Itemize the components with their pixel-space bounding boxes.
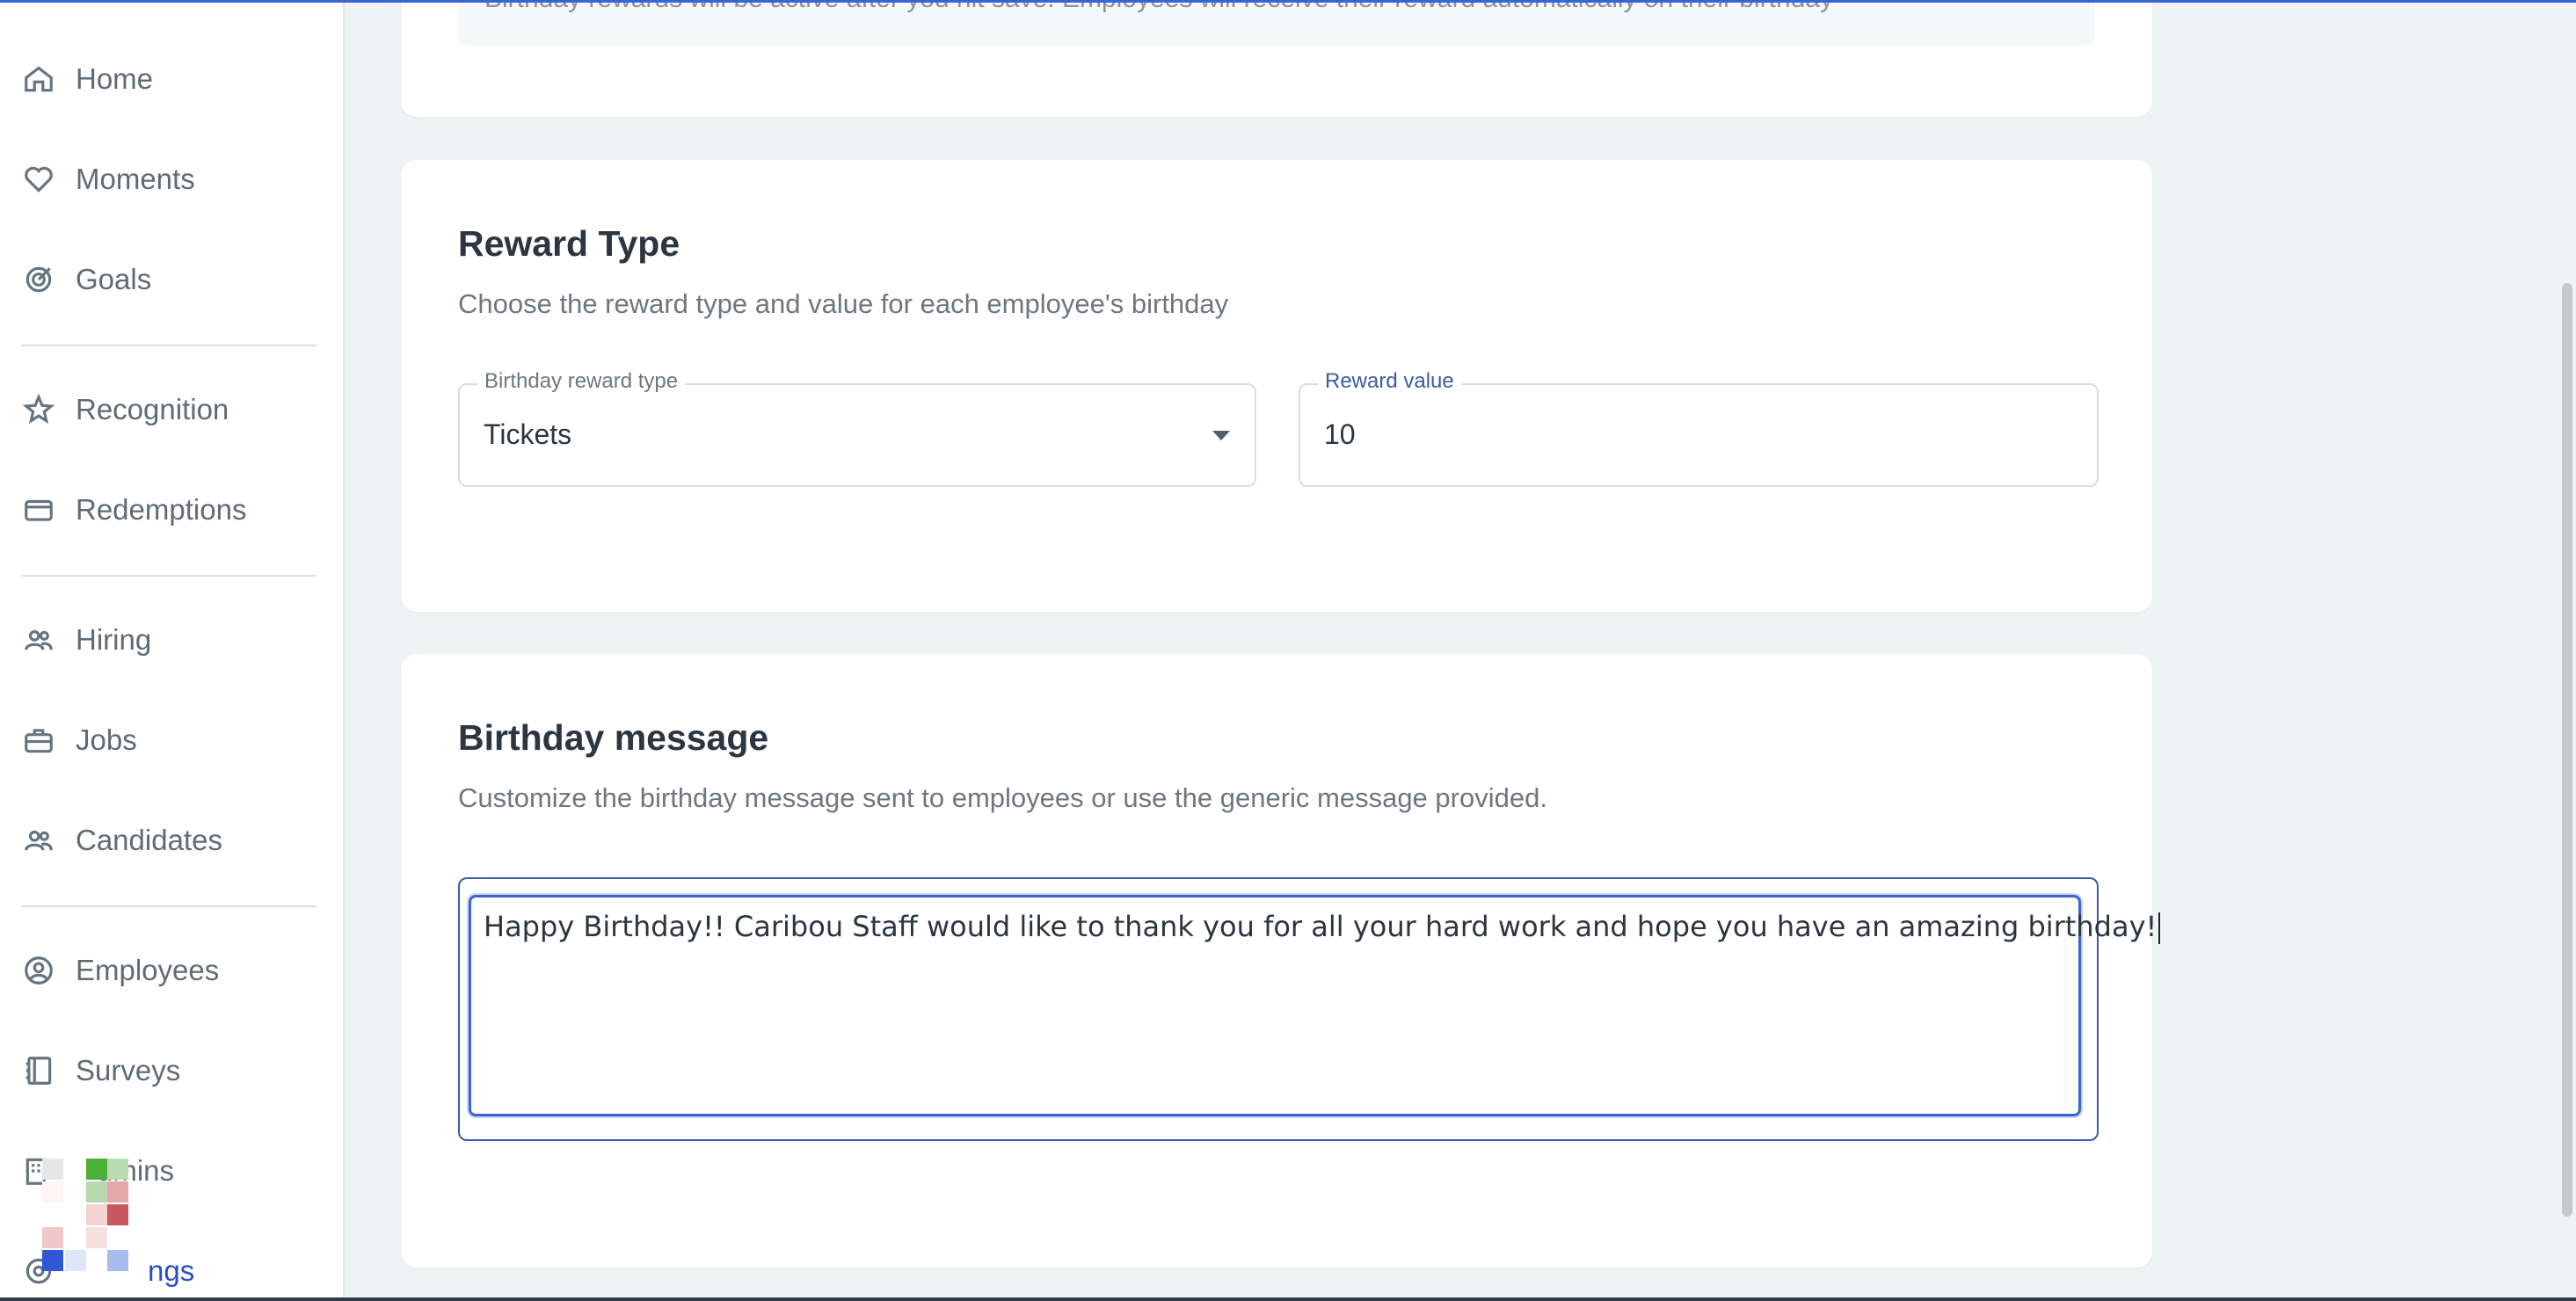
sidebar-item-label: Redemptions: [76, 493, 247, 526]
info-banner: Birthday rewards will be active after yo…: [458, 0, 2095, 46]
briefcase-icon: [21, 723, 56, 758]
reward-type-card: Reward Type Choose the reward type and v…: [401, 160, 2152, 612]
sidebar-item-label: Jobs: [76, 723, 137, 756]
sidebar-item-jobs[interactable]: Jobs: [21, 705, 320, 775]
caret-down-icon: [1212, 431, 1230, 440]
notebook-icon: [21, 1053, 56, 1088]
birthday-message-card: Birthday message Customize the birthday …: [401, 654, 2161, 1268]
scrollbar-thumb[interactable]: [2562, 283, 2572, 1217]
activation-card: Birthday rewards will be active after yo…: [401, 0, 2152, 117]
user-circle-icon: [21, 953, 56, 988]
sidebar-item-label: ngs: [148, 1254, 195, 1287]
sidebar-item-home[interactable]: Home: [21, 44, 320, 114]
birthday-reward-type-label: Birthday reward type: [477, 369, 686, 394]
sidebar-item-moments[interactable]: Moments: [21, 144, 320, 214]
sidebar-item-hiring[interactable]: Hiring: [21, 605, 320, 675]
sidebar-item-label: Goals: [76, 263, 152, 295]
target-icon: [21, 262, 56, 297]
sidebar-item-label: Moments: [76, 163, 195, 195]
sidebar-item-goals[interactable]: Goals: [21, 244, 320, 315]
top-accent-line: [0, 0, 2576, 3]
sidebar-item-label: Hiring: [76, 623, 152, 656]
birthday-message-textarea[interactable]: Happy Birthday!! Caribou Staff would lik…: [469, 895, 2161, 1116]
reward-value-value: 10: [1324, 418, 1356, 450]
star-badge-icon: [21, 392, 56, 427]
credit-card-icon: [21, 492, 56, 527]
birthday-reward-type-select[interactable]: Birthday reward type Tickets: [458, 369, 1256, 487]
heart-icon: [21, 162, 56, 197]
sidebar-item-label: Employees: [76, 954, 220, 986]
birthday-message-subtitle: Customize the birthday message sent to e…: [458, 782, 1547, 813]
people-icon: [21, 823, 56, 858]
people-icon: [21, 622, 56, 658]
sidebar-divider: [21, 575, 317, 577]
sidebar-item-admins[interactable]: dmins: [21, 1136, 320, 1206]
sidebar: Home Moments Goals Recognition Redemptio…: [0, 0, 345, 1301]
sidebar-divider: [21, 905, 317, 907]
sidebar-item-recognition[interactable]: Recognition: [21, 374, 320, 445]
sidebar-item-candidates[interactable]: Candidates: [21, 805, 320, 876]
sidebar-item-employees[interactable]: Employees: [21, 935, 320, 1006]
reward-type-subtitle: Choose the reward type and value for eac…: [458, 288, 1229, 319]
birthday-message-text-wrap: Happy Birthday!! Caribou Staff would lik…: [484, 910, 2161, 944]
home-icon: [21, 62, 56, 97]
birthday-message-text: Happy Birthday!! Caribou Staff would lik…: [484, 910, 2158, 943]
sidebar-divider: [21, 345, 317, 346]
sidebar-item-label: Recognition: [76, 393, 229, 425]
sidebar-item-surveys[interactable]: Surveys: [21, 1036, 320, 1106]
sidebar-item-label: Home: [76, 62, 154, 95]
sidebar-item-redemptions[interactable]: Redemptions: [21, 475, 320, 545]
text-caret: [2158, 912, 2161, 944]
reward-value-label: Reward value: [1318, 369, 1461, 394]
bottom-edge: [0, 1297, 2576, 1301]
sidebar-item-label: Candidates: [76, 824, 222, 856]
birthday-message-title: Birthday message: [458, 717, 769, 758]
reward-value-input[interactable]: Reward value 10: [1299, 369, 2099, 487]
birthday-reward-type-value: Tickets: [484, 418, 572, 450]
sidebar-item-label: Surveys: [76, 1054, 181, 1087]
birthday-message-field: Happy Birthday!! Caribou Staff would lik…: [458, 877, 2161, 1141]
reward-type-title: Reward Type: [458, 223, 680, 264]
